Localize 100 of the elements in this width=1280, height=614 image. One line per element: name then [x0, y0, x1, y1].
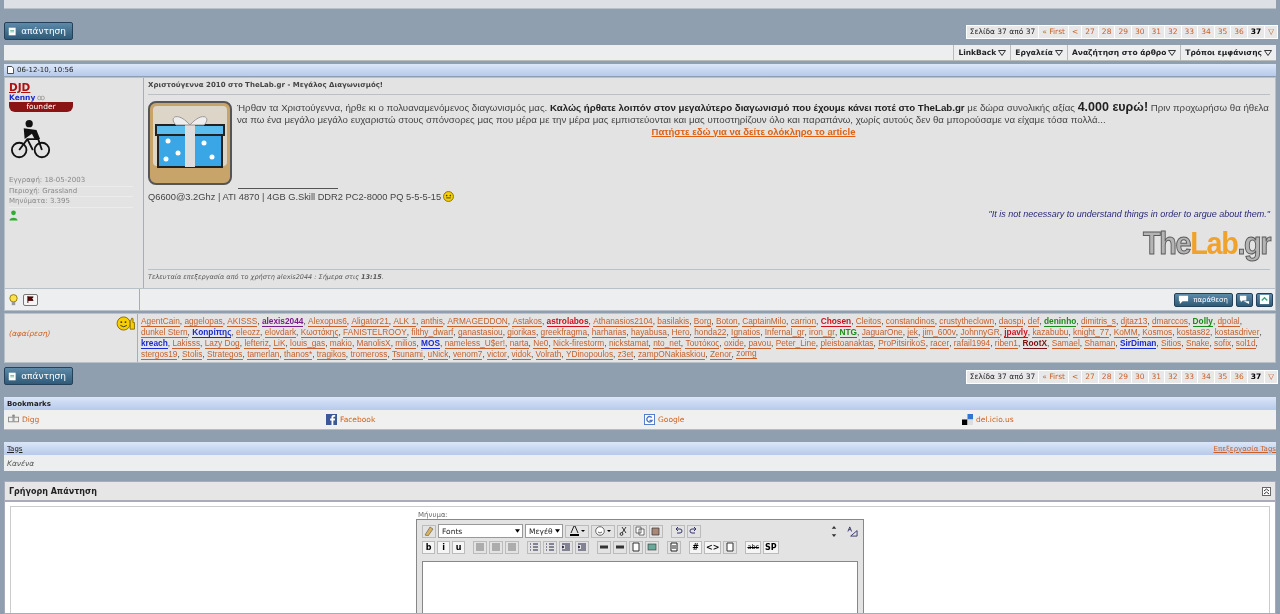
- thanked-user-link[interactable]: ARMAGEDDON: [447, 317, 508, 327]
- lightbulb-icon[interactable]: [9, 293, 18, 306]
- thanked-user-link[interactable]: Zenor: [709, 350, 732, 360]
- thanked-user-link[interactable]: giorikas: [507, 328, 536, 338]
- image-button[interactable]: [645, 540, 659, 554]
- thanked-user-link[interactable]: Samael: [1051, 339, 1080, 349]
- thanked-user-link[interactable]: Astakos: [512, 317, 542, 327]
- thanked-user-link[interactable]: JaguarOne: [861, 328, 903, 338]
- thanked-user-link[interactable]: jek: [907, 328, 918, 338]
- list-button[interactable]: [543, 540, 557, 554]
- thanked-user-link[interactable]: kreach: [141, 339, 168, 349]
- resize-arrows-icon[interactable]: [831, 525, 837, 537]
- thanked-user-link[interactable]: Lazy Dog: [204, 339, 240, 349]
- thanked-user-link[interactable]: lefteriz: [244, 339, 269, 349]
- format-button[interactable]: b: [422, 540, 435, 554]
- thanked-user-link[interactable]: Tsunami: [392, 350, 423, 360]
- thanked-user-link[interactable]: nto_net: [653, 339, 681, 349]
- format-button[interactable]: i: [437, 540, 450, 554]
- thanked-user-link[interactable]: MOS: [421, 339, 440, 349]
- thanked-user-link[interactable]: RootX: [1022, 339, 1047, 349]
- thanked-user-link[interactable]: pleistoanaktas: [820, 339, 874, 349]
- multi-quote-button[interactable]: [1236, 292, 1253, 307]
- copy-button[interactable]: [633, 524, 647, 538]
- thanked-user-link[interactable]: hayabusa: [630, 328, 667, 338]
- indent-icon: [577, 542, 587, 552]
- message-field[interactable]: [422, 561, 858, 613]
- thanked-user-link[interactable]: anthis: [420, 317, 443, 327]
- format-button[interactable]: SP: [763, 540, 779, 554]
- reply-button[interactable]: απάντηση: [4, 22, 73, 40]
- thanked-user-link[interactable]: dpolal: [1217, 317, 1240, 327]
- thanked-user-link[interactable]: riben1: [994, 339, 1018, 349]
- smilies-button[interactable]: [591, 524, 615, 538]
- comma-separator: ,: [934, 316, 938, 326]
- format-button[interactable]: u: [452, 540, 465, 554]
- doc-button[interactable]: [723, 540, 738, 554]
- thanked-user-link[interactable]: aggelopas: [184, 317, 223, 327]
- comma-separator: ,: [242, 349, 246, 359]
- cut-button[interactable]: [617, 524, 631, 538]
- thanked-user-link[interactable]: ProPitsirikoS: [878, 339, 926, 349]
- thanked-user-link[interactable]: Hero: [671, 328, 690, 338]
- post-text: Ήρθαν τα Χριστούγεννα, ήρθε κι ο πολυαναμενόμενος διαγωνισμός μας. Καλώς ήρθατε λοιπόν στον μεγαλύτερο διαγωνισμό που έχουμε κάνει ποτέ στο TheLab.gr με δώρα συνολικής αξίας 4.000 ευρώ! Πριν προχωρήσω θα ήθελα να πω ένα μεγάλο μεγάλο ευχαριστώ στους σπόνσορες μας που μέρα με την μέρα μας εμπιστεύονται και μας υποστηρίζουν όλο και παραπάνω, χωρίς αυτούς δεν θα μπορούσαμε να είχαμε τόσα πολλά...: [237, 101, 1270, 126]
- report-button[interactable]: [23, 293, 38, 306]
- thanked-user-link[interactable]: kostasdriver: [1214, 328, 1260, 338]
- thanked-user-link[interactable]: zomg: [736, 349, 757, 359]
- thanked-user-link[interactable]: victor: [487, 350, 507, 360]
- thanked-user-link[interactable]: vidok: [511, 350, 531, 360]
- comma-separator: ,: [260, 327, 264, 337]
- thanked-user-link[interactable]: AgentCain: [141, 317, 180, 327]
- thanked-user-link[interactable]: oxide: [724, 339, 744, 349]
- thanked-user-link[interactable]: Infernal_gr: [764, 328, 805, 338]
- switch-mode-icon[interactable]: [847, 525, 858, 537]
- thanked-user-link[interactable]: ganastasiou: [457, 328, 503, 338]
- thanked-user-link[interactable]: FANISTELROOY: [343, 328, 407, 338]
- format-button[interactable]: <>: [704, 540, 722, 554]
- paste-button[interactable]: [649, 524, 663, 538]
- comma-separator: ,: [416, 338, 420, 348]
- format-button[interactable]: #: [689, 540, 702, 554]
- username[interactable]: DJD: [9, 81, 31, 93]
- comma-separator: ,: [561, 349, 565, 359]
- thanked-user-link[interactable]: dimitris_s: [1080, 317, 1116, 327]
- undo-icon: [673, 526, 683, 536]
- thanked-user-link[interactable]: dmarccos: [1152, 317, 1188, 327]
- remove-format-button[interactable]: [422, 524, 436, 538]
- comma-separator: ,: [604, 338, 608, 348]
- thanked-user-link[interactable]: jim_600v: [922, 328, 956, 338]
- comma-separator: ,: [633, 349, 637, 359]
- thanked-user-link[interactable]: knight_77: [1073, 328, 1109, 338]
- comma-separator: ,: [689, 316, 693, 326]
- thanked-user-link[interactable]: jpavly: [1004, 328, 1028, 338]
- thanked-user-link[interactable]: makio: [329, 339, 352, 349]
- thanked-user-link[interactable]: ManolisX: [356, 339, 391, 349]
- thanked-user-link[interactable]: Dolly: [1192, 317, 1213, 327]
- thanked-user-link[interactable]: Strategos: [207, 350, 243, 360]
- thanked-user-link[interactable]: racer: [930, 339, 950, 349]
- thanked-user-link[interactable]: KoMM: [1113, 328, 1138, 338]
- undo-button[interactable]: [671, 524, 685, 538]
- thanked-user-link[interactable]: thanos*: [284, 350, 313, 360]
- article-link[interactable]: Πατήστε εδώ για να δείτε ολόκληρο το article: [651, 126, 856, 137]
- thanked-user-link[interactable]: iron_gr: [809, 328, 835, 338]
- thanked-user-link[interactable]: JohnnyGR: [960, 328, 1000, 338]
- list-button[interactable]: [527, 540, 541, 554]
- list-icon: [545, 542, 555, 552]
- thanked-user-link[interactable]: sol1d: [1235, 339, 1256, 349]
- redo-button[interactable]: [687, 524, 701, 538]
- thanked-user-link[interactable]: dunkel Stern: [141, 328, 188, 338]
- thanked-user-link[interactable]: Boton: [715, 317, 738, 327]
- thanked-user-link[interactable]: Athanasios2104: [593, 317, 653, 327]
- collapse-icon[interactable]: [1262, 486, 1271, 496]
- thanked-user-link[interactable]: venom7: [452, 350, 483, 360]
- reply-button[interactable]: απάντηση: [4, 367, 73, 385]
- thanked-user-link[interactable]: Aligator21: [351, 317, 389, 327]
- delicious-icon: [962, 414, 973, 425]
- thanked-user-link[interactable]: Peter_Line: [775, 339, 816, 349]
- quote-button[interactable]: [667, 540, 681, 554]
- thanked-user-link[interactable]: constandinos: [885, 317, 935, 327]
- doc-button[interactable]: [629, 540, 643, 554]
- quick-reply-button[interactable]: [1256, 292, 1273, 307]
- thanked-user-link[interactable]: Alexopus6: [308, 317, 347, 327]
- text-color-button[interactable]: [565, 524, 589, 538]
- thanked-user-link[interactable]: tragikos: [316, 350, 346, 360]
